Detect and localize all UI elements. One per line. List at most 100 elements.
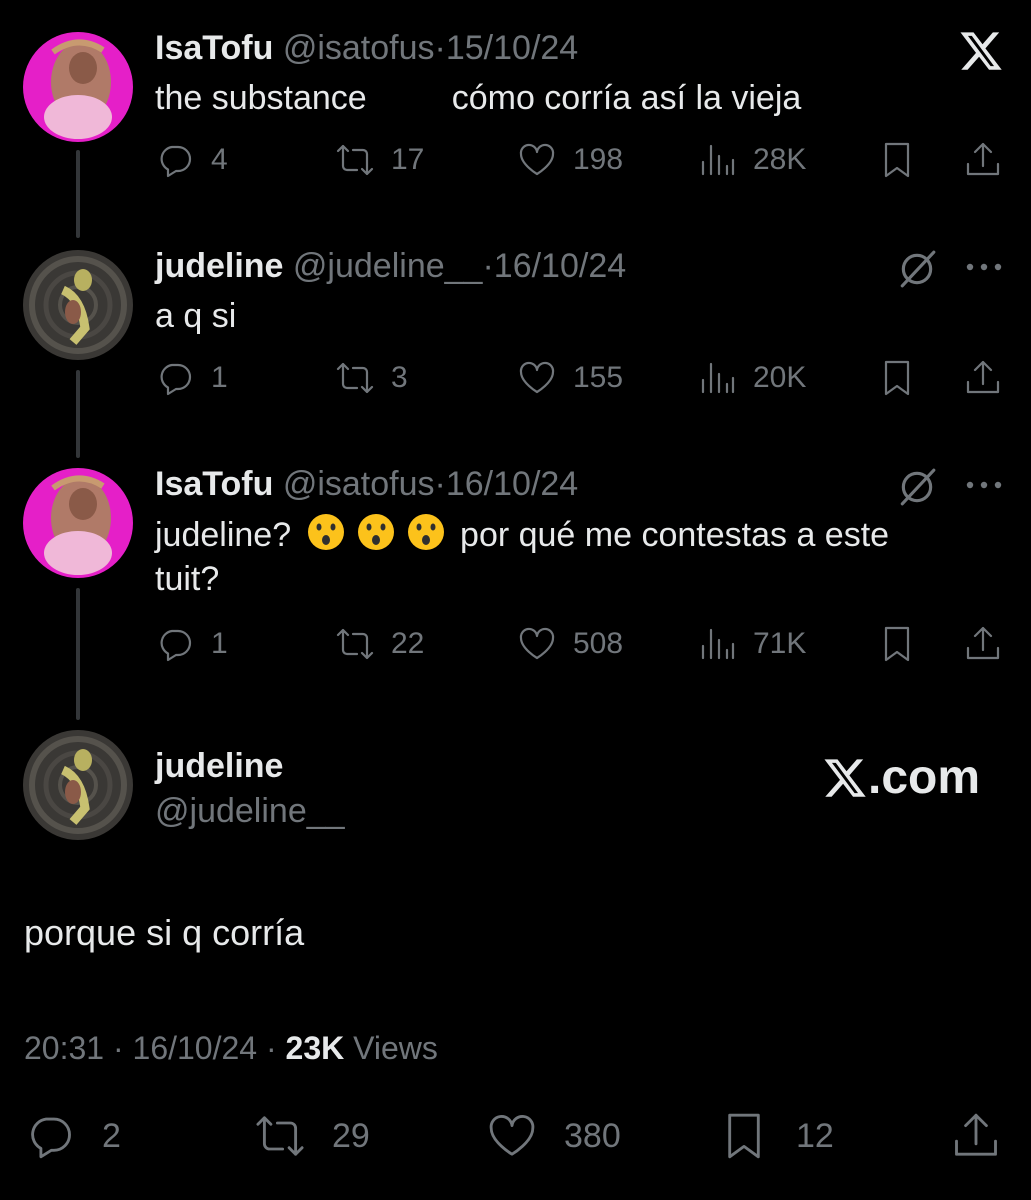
separator: · (265, 1030, 277, 1066)
tweet-text-start: judeline? (155, 516, 292, 554)
author-name[interactable]: judeline (155, 247, 283, 285)
tweet-text: porque si q corría (24, 912, 305, 953)
views-chart-icon (701, 144, 735, 176)
separator: · (482, 247, 494, 285)
bookmark-count: 12 (796, 1116, 834, 1155)
tweet-header: IsaTofu @isatofus·15/10/24 (155, 28, 578, 68)
repost-count: 22 (391, 627, 425, 660)
like-count: 198 (573, 143, 624, 176)
share-icon (955, 1113, 997, 1156)
avatar[interactable] (23, 32, 133, 142)
tweet-actions: 1 3 155 20K (155, 356, 1005, 400)
hushed-face-emoji (357, 514, 394, 550)
like-button[interactable]: 155 (517, 356, 623, 400)
tweet-date[interactable]: 16/10/24 (133, 1030, 258, 1066)
tweet-text: judeline? por qué me contestas a este tu… (155, 512, 995, 601)
bookmark-icon (884, 626, 910, 662)
author-handle[interactable]: @isatofus (283, 465, 435, 503)
author-name[interactable]: IsaTofu (155, 29, 273, 67)
tweet-header: IsaTofu @isatofus·16/10/24 (155, 464, 578, 504)
heart-icon (519, 143, 555, 176)
repost-count: 3 (391, 361, 408, 394)
heart-icon (519, 627, 555, 660)
like-button[interactable]: 508 (517, 622, 623, 666)
grok-icon[interactable] (896, 466, 938, 508)
reply-button[interactable]: 1 (155, 622, 228, 666)
heart-icon (519, 361, 555, 394)
views-count: 71K (753, 627, 807, 660)
views-count: 23K (285, 1030, 345, 1066)
views-button[interactable]: 20K (697, 356, 806, 400)
bookmark-button[interactable] (877, 622, 917, 666)
author-name[interactable]: IsaTofu (155, 465, 273, 503)
tweet-text: the substance cómo corría así la vieja (155, 79, 802, 117)
thread-line (76, 588, 80, 720)
more-options-icon[interactable] (964, 470, 1004, 500)
tweet-meta: 20:31 · 16/10/24 · 23K Views (24, 1028, 438, 1068)
author-handle[interactable]: @judeline__ (155, 790, 345, 832)
share-button[interactable] (963, 138, 1003, 182)
share-icon (966, 626, 1000, 660)
separator: · (434, 465, 446, 503)
separator: · (112, 1030, 124, 1066)
avatar[interactable] (23, 730, 133, 840)
reply-icon (160, 629, 192, 662)
reply-button[interactable]: 4 (155, 138, 228, 182)
reply-count: 2 (102, 1116, 121, 1155)
reply-icon (31, 1117, 71, 1159)
reply-button[interactable]: 2 (24, 1108, 121, 1164)
repost-icon (336, 362, 374, 394)
thread-line (76, 370, 80, 458)
repost-button[interactable]: 29 (254, 1108, 370, 1164)
tweet-text-end: por qué me contestas a este (460, 516, 890, 554)
share-button[interactable] (963, 356, 1003, 400)
avatar[interactable] (23, 250, 133, 360)
hushed-face-emoji (407, 514, 444, 550)
brand-domain: .com (868, 751, 981, 804)
tweet-header: judeline @judeline__·16/10/24 (155, 246, 626, 286)
like-button[interactable]: 198 (517, 138, 623, 182)
reply-icon (160, 363, 192, 396)
repost-count: 17 (391, 143, 425, 176)
tweet-date[interactable]: 16/10/24 (446, 465, 578, 503)
repost-icon (336, 144, 374, 176)
tweet-time[interactable]: 20:31 (24, 1030, 104, 1066)
x-logo-icon (824, 759, 866, 797)
tweet-date[interactable]: 16/10/24 (494, 247, 626, 285)
reply-count: 1 (211, 627, 228, 660)
author-handle[interactable]: @judeline__ (293, 247, 483, 285)
avatar[interactable] (23, 468, 133, 578)
repost-icon (336, 628, 374, 660)
reply-count: 4 (211, 143, 228, 176)
tweet-date[interactable]: 15/10/24 (446, 29, 578, 67)
more-options-icon[interactable] (964, 252, 1004, 282)
views-button[interactable]: 28K (697, 138, 806, 182)
bookmark-icon (884, 142, 910, 178)
repost-count: 29 (332, 1116, 370, 1155)
repost-button[interactable]: 17 (335, 138, 424, 182)
bookmark-icon (728, 1113, 760, 1159)
author-handle[interactable]: @isatofus (283, 29, 435, 67)
bookmark-button[interactable] (877, 356, 917, 400)
like-button[interactable]: 380 (486, 1108, 621, 1164)
author-name[interactable]: judeline (155, 745, 283, 787)
repost-icon (256, 1116, 304, 1156)
views-count: 28K (753, 143, 807, 176)
reply-count: 1 (211, 361, 228, 394)
x-logo-icon[interactable] (958, 28, 1004, 74)
tweet-actions: 1 22 508 71K (155, 622, 1005, 666)
share-button[interactable] (950, 1108, 1002, 1164)
views-button[interactable]: 71K (697, 622, 806, 666)
repost-button[interactable]: 3 (335, 356, 408, 400)
x-com-watermark: .com (822, 750, 980, 806)
tweet-actions: 4 17 198 28K (155, 138, 1005, 182)
repost-button[interactable]: 22 (335, 622, 424, 666)
grok-icon[interactable] (896, 248, 938, 290)
bookmark-button[interactable]: 12 (718, 1108, 834, 1164)
reply-button[interactable]: 1 (155, 356, 228, 400)
share-icon (966, 142, 1000, 176)
bookmark-button[interactable] (877, 138, 917, 182)
share-button[interactable] (963, 622, 1003, 666)
separator: · (434, 29, 446, 67)
views-chart-icon (701, 628, 735, 660)
